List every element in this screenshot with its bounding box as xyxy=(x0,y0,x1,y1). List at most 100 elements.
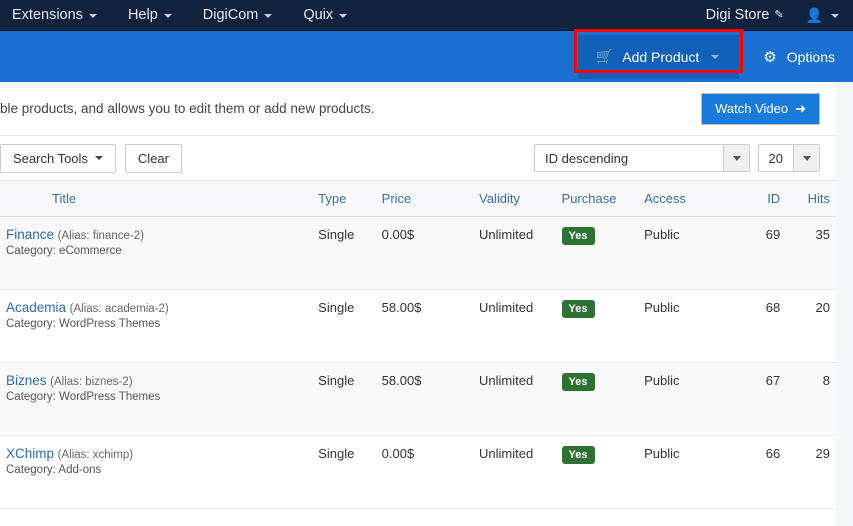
chevron-down-icon xyxy=(339,14,348,18)
cell-validity: Unlimited xyxy=(473,216,556,290)
product-alias: (Alias: biznes-2) xyxy=(50,376,133,388)
cell-access: Public xyxy=(638,435,736,509)
menu-item-label: Extensions xyxy=(12,7,83,23)
cell-price: 0.00$ xyxy=(375,435,473,509)
cell-validity: Unlimited xyxy=(473,289,556,363)
search-tools-label: Search Tools xyxy=(13,150,88,166)
add-product-container: 🛒 Add Product xyxy=(573,28,744,79)
cell-type: Single xyxy=(312,216,376,290)
digi-store-label: Digi Store xyxy=(705,7,770,23)
sort-order-select[interactable]: ID descending xyxy=(534,144,750,172)
table-row[interactable]: Academia (Alias: academia-2) Category: W… xyxy=(0,289,836,363)
digi-store-link[interactable]: Digi Store ✎ xyxy=(706,7,784,23)
watch-video-button[interactable]: Watch Video ➜ xyxy=(701,92,820,125)
cell-hits: 35 xyxy=(786,216,836,290)
chevron-down-icon xyxy=(163,14,172,18)
add-product-label: Add Product xyxy=(622,48,700,65)
menu-item-help[interactable]: Help xyxy=(128,3,189,27)
cell-validity: Unlimited xyxy=(473,362,556,436)
action-toolbar: 🛒 Add Product ⚙ Options xyxy=(0,28,853,82)
chevron-down-icon[interactable] xyxy=(793,145,819,171)
product-category: Category: Add-ons xyxy=(6,464,102,476)
menu-item-label: DigiCom xyxy=(202,7,259,23)
product-link[interactable]: Finance xyxy=(6,227,54,242)
menu-item-label: Help xyxy=(127,7,158,23)
cell-title: Academia (Alias: academia-2) Category: W… xyxy=(0,289,313,363)
cell-title: Finance (Alias: finance-2) Category: eCo… xyxy=(0,216,313,290)
cell-purchase: Yes xyxy=(555,435,639,509)
menu-item-quix[interactable]: Quix xyxy=(303,3,364,27)
product-link[interactable]: Academia xyxy=(6,300,66,315)
product-category: Category: WordPress Themes xyxy=(6,391,161,403)
column-header-id[interactable]: ID xyxy=(735,180,787,217)
cell-price: 58.00$ xyxy=(375,289,473,363)
cell-hits: 29 xyxy=(786,435,836,509)
cart-icon: 🛒 xyxy=(595,48,614,64)
status-badge[interactable]: Yes xyxy=(561,227,595,246)
status-badge[interactable]: Yes xyxy=(561,373,595,392)
options-button[interactable]: ⚙ Options xyxy=(753,48,853,66)
filter-bar-right: ID descending 20 xyxy=(534,144,820,172)
table-row[interactable]: Finance (Alias: finance-2) Category: eCo… xyxy=(0,216,836,290)
chevron-down-icon xyxy=(831,14,839,18)
cell-hits: 8 xyxy=(786,362,836,436)
cell-id: 69 xyxy=(735,216,787,290)
options-label: Options xyxy=(786,48,835,65)
cell-price: 0.00$ xyxy=(375,216,473,290)
cell-type: Single xyxy=(312,435,376,509)
page-body: ble products, and allows you to edit the… xyxy=(0,82,853,526)
table-header-row: Title Type Price Validity Purchase Acces… xyxy=(0,180,836,217)
sort-order-value: ID descending xyxy=(545,150,629,166)
user-menu-button[interactable]: 👤 xyxy=(806,7,839,24)
table-body: Finance (Alias: finance-2) Category: eCo… xyxy=(0,216,836,509)
cell-access: Public xyxy=(638,289,736,363)
top-menu-right: Digi Store ✎ 👤 xyxy=(706,7,839,24)
description-row: ble products, and allows you to edit the… xyxy=(0,82,836,136)
products-table: Title Type Price Validity Purchase Acces… xyxy=(0,180,836,509)
column-header-hits[interactable]: Hits xyxy=(786,180,836,217)
cell-id: 66 xyxy=(735,435,787,509)
cell-type: Single xyxy=(312,289,376,363)
cell-id: 67 xyxy=(735,362,787,436)
search-tools-button[interactable]: Search Tools xyxy=(0,143,116,173)
page-limit-select[interactable]: 20 xyxy=(758,144,820,172)
product-link[interactable]: Biznes xyxy=(6,373,47,388)
table-row[interactable]: XChimp (Alias: xchimp) Category: Add-ons… xyxy=(0,435,836,509)
clear-label: Clear xyxy=(137,150,169,166)
product-link[interactable]: XChimp xyxy=(6,446,54,461)
column-header-purchase[interactable]: Purchase xyxy=(555,180,639,217)
cell-purchase: Yes xyxy=(555,216,639,290)
cell-validity: Unlimited xyxy=(473,435,556,509)
cell-access: Public xyxy=(638,362,736,436)
cell-purchase: Yes xyxy=(555,289,639,363)
clear-button[interactable]: Clear xyxy=(124,143,182,173)
table-row[interactable]: Biznes (Alias: biznes-2) Category: WordP… xyxy=(0,362,836,436)
status-badge[interactable]: Yes xyxy=(561,300,595,319)
arrow-right-icon: ➜ xyxy=(795,100,806,116)
cell-id: 68 xyxy=(735,289,787,363)
column-header-title[interactable]: Title xyxy=(0,180,313,217)
external-link-icon: ✎ xyxy=(774,8,784,21)
status-badge[interactable]: Yes xyxy=(561,446,595,465)
chevron-down-icon xyxy=(711,54,720,59)
column-header-type[interactable]: Type xyxy=(312,180,376,217)
content-container: ble products, and allows you to edit the… xyxy=(0,82,836,526)
filter-bar-left: Search Tools Clear xyxy=(0,143,182,173)
menu-item-extensions[interactable]: Extensions xyxy=(12,3,114,27)
chevron-down-icon[interactable] xyxy=(723,145,749,171)
page-limit-value: 20 xyxy=(768,150,783,166)
cell-price: 58.00$ xyxy=(375,362,473,436)
column-header-validity[interactable]: Validity xyxy=(473,180,556,217)
column-header-price[interactable]: Price xyxy=(375,180,473,217)
product-category: Category: WordPress Themes xyxy=(6,318,161,330)
column-header-access[interactable]: Access xyxy=(638,180,736,217)
cell-access: Public xyxy=(638,216,736,290)
top-menu-bar: Extensions Help DigiCom Quix Digi Store … xyxy=(0,0,853,31)
chevron-down-icon xyxy=(264,14,273,18)
filter-bar: Search Tools Clear ID descending 20 xyxy=(0,136,836,180)
product-alias: (Alias: xchimp) xyxy=(57,449,134,461)
gear-icon: ⚙ xyxy=(763,48,777,66)
add-product-button[interactable]: 🛒 Add Product xyxy=(577,34,740,79)
menu-item-digicom[interactable]: DigiCom xyxy=(203,3,290,27)
product-alias: (Alias: finance-2) xyxy=(57,230,144,242)
